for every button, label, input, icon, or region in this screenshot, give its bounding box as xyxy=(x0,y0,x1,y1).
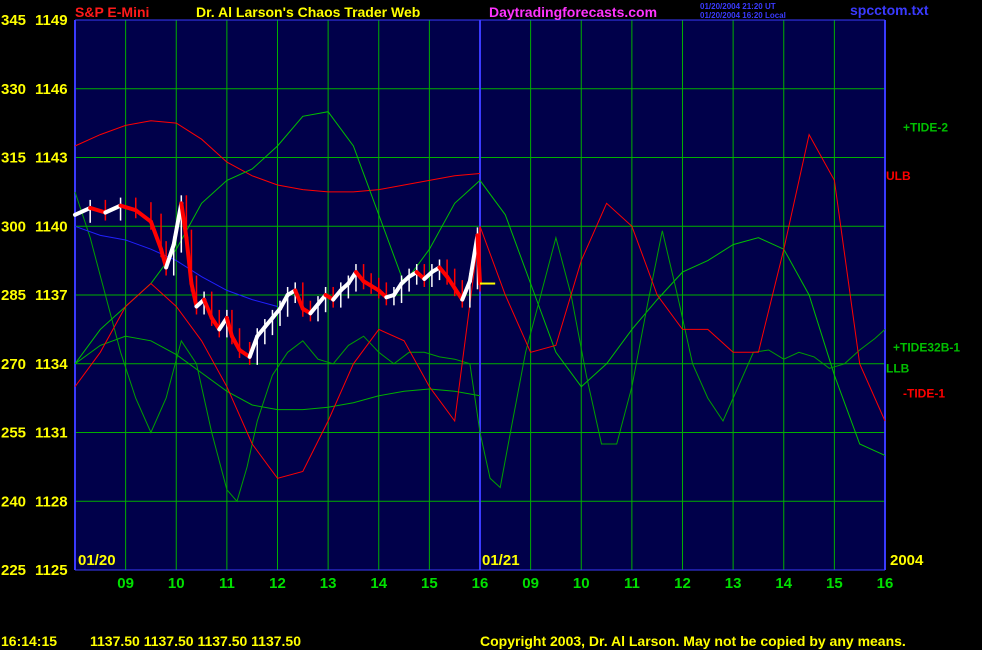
series-label-tide-2: +TIDE-2 xyxy=(903,121,948,135)
series-label-tide32b-1: +TIDE32B-1 xyxy=(893,341,960,355)
y-price-label: 1134 xyxy=(35,356,68,373)
x-tick-label: 09 xyxy=(522,575,539,592)
series-label-ulb: ULB xyxy=(886,169,911,183)
y-price-label: 1128 xyxy=(35,493,68,510)
y-index-label: 255 xyxy=(1,425,26,442)
y-price-label: 1149 xyxy=(35,12,68,29)
x-tick-label: 16 xyxy=(472,575,489,592)
title-website[interactable]: Daytradingforecasts.com xyxy=(489,4,657,20)
x-tick-label: 10 xyxy=(573,575,590,592)
y-price-label: 1137 xyxy=(35,287,68,304)
y-price-label: 1140 xyxy=(35,218,68,235)
x-tick-label: 10 xyxy=(168,575,185,592)
x-tick-label: 16 xyxy=(877,575,894,592)
y-index-label: 315 xyxy=(1,150,26,167)
status-time: 16:14:15 xyxy=(1,633,57,649)
title-instrument: S&P E-Mini xyxy=(75,4,149,20)
x-tick-label: 11 xyxy=(624,575,640,592)
date-label-day2: 01/21 xyxy=(482,552,520,569)
x-tick-label: 12 xyxy=(269,575,286,592)
x-tick-label: 13 xyxy=(320,575,337,592)
y-index-label: 300 xyxy=(1,218,26,235)
x-tick-label: 12 xyxy=(674,575,691,592)
title-author: Dr. Al Larson's Chaos Trader Web xyxy=(196,4,420,20)
y-price-label: 1146 xyxy=(35,81,68,98)
y-price-label: 1143 xyxy=(35,150,68,167)
timestamp-local: 01/20/2004 16:20 Local xyxy=(700,11,786,20)
x-tick-label: 15 xyxy=(826,575,843,592)
series-label-tide-1: -TIDE-1 xyxy=(903,387,945,401)
x-tick-label: 09 xyxy=(117,575,134,592)
file-name: spcctom.txt xyxy=(850,2,929,18)
y-index-label: 330 xyxy=(1,81,26,98)
y-price-label: 1131 xyxy=(35,425,68,442)
timestamp-ut: 01/20/2004 21:20 UT xyxy=(700,2,776,11)
status-quote: 1137.50 1137.50 1137.50 1137.50 xyxy=(90,633,301,649)
y-index-label: 345 xyxy=(1,12,26,29)
copyright: Copyright 2003, Dr. Al Larson. May not b… xyxy=(480,633,906,649)
year-label: 2004 xyxy=(890,552,924,569)
y-index-label: 240 xyxy=(1,493,26,510)
x-tick-label: 11 xyxy=(219,575,235,592)
y-axis-labels: 345 1149 330 1146 315 1143 300 1140 285 1137 270 11… xyxy=(1,12,68,579)
chart-window: 345 1149 330 1146 315 1143 300 1140 285 1137 270 11… xyxy=(0,0,982,650)
y-index-label: 225 xyxy=(1,562,26,579)
series-label-llb: LLB xyxy=(886,361,910,375)
x-tick-label: 13 xyxy=(725,575,742,592)
y-price-label: 1125 xyxy=(35,562,68,579)
x-tick-label: 14 xyxy=(370,575,387,592)
y-index-label: 270 xyxy=(1,356,26,373)
chart-canvas: 345 1149 330 1146 315 1143 300 1140 285 1137 270 11… xyxy=(0,0,982,650)
date-label-day1: 01/20 xyxy=(78,552,116,569)
x-tick-label: 15 xyxy=(421,575,438,592)
y-index-label: 285 xyxy=(1,287,26,304)
x-tick-label: 14 xyxy=(775,575,792,592)
